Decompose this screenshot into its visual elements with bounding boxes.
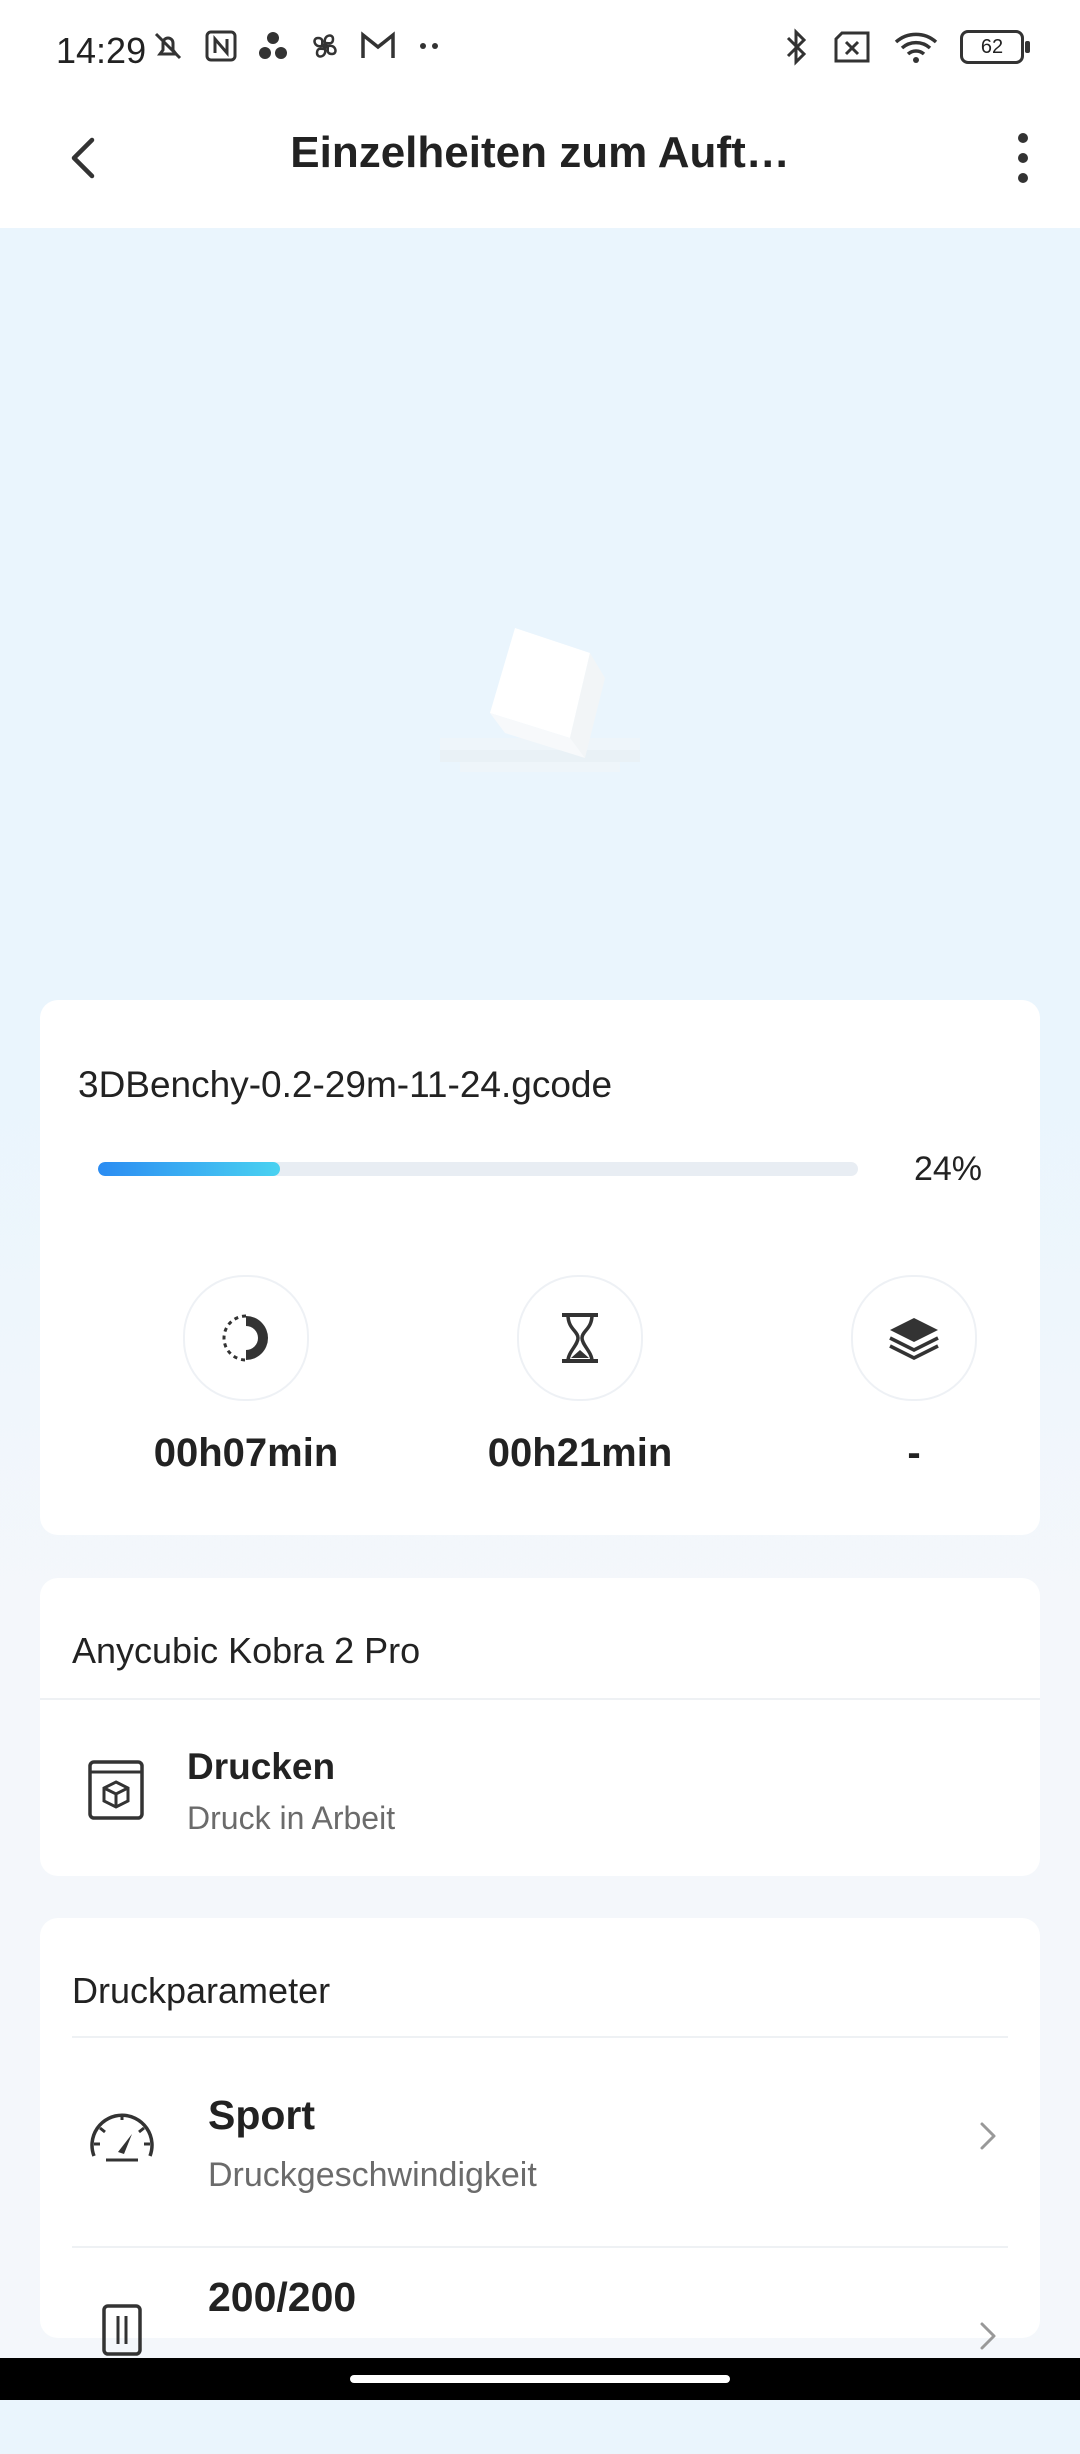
stat-layers-ring — [851, 1275, 977, 1401]
params-title: Druckparameter — [72, 1970, 331, 2011]
chevron-right-icon — [980, 2322, 996, 2350]
more-options-button[interactable] — [980, 128, 1040, 188]
param-speed-label: Druckgeschwindigkeit — [208, 2156, 537, 2194]
chevron-right-icon — [980, 2122, 996, 2150]
elapsed-time-icon — [222, 1314, 268, 1362]
printer-status-subtitle: Druck in Arbeit — [187, 1800, 396, 1836]
param-row-temperature[interactable]: 200/200 — [72, 2246, 1008, 2454]
fan-icon — [313, 34, 337, 58]
param-temperature-value: 200/200 — [208, 2274, 357, 2320]
progress-bar — [98, 1162, 858, 1176]
param-row-speed[interactable]: Sport Druckgeschwindigkeit — [72, 2038, 1008, 2246]
job-card: 3DBenchy-0.2-29m-11-24.gcode 24% 00h07mi… — [40, 1000, 1040, 1535]
thermometer-icon — [102, 2304, 142, 2356]
stat-remaining: 00h21min — [470, 1275, 690, 1476]
page-title: Einzelheiten zum Auft… — [290, 128, 790, 177]
status-bar: 14:29 62 — [0, 0, 1080, 100]
status-right-icons: 62 — [784, 28, 1030, 66]
printer-divider — [40, 1698, 1040, 1700]
status-time: 14:29 — [56, 30, 147, 71]
status-left-icons — [150, 28, 444, 64]
job-filename: 3DBenchy-0.2-29m-11-24.gcode — [78, 1064, 613, 1105]
printer-status-title: Drucken — [187, 1746, 336, 1787]
layers-icon — [889, 1318, 939, 1360]
stat-remaining-value: 00h21min — [487, 1431, 673, 1475]
stat-elapsed-ring — [183, 1275, 309, 1401]
printer-name: Anycubic Kobra 2 Pro — [72, 1630, 421, 1671]
stat-layers: - — [804, 1275, 1024, 1476]
bluetooth-icon — [786, 28, 807, 66]
mute-icon — [154, 32, 182, 60]
stat-layers-value: - — [907, 1431, 921, 1475]
app-bar: Einzelheiten zum Auft… — [0, 100, 1080, 228]
speedometer-icon — [90, 2113, 154, 2162]
battery-indicator: 62 — [960, 30, 1030, 64]
stat-remaining-ring — [517, 1275, 643, 1401]
dots-app-icon — [259, 32, 287, 59]
print-params-card: Druckparameter Sport Druckgeschwindigkei… — [40, 1918, 1040, 2356]
more-dots-icon — [420, 43, 438, 49]
gmail-icon — [361, 31, 395, 58]
param-speed-value: Sport — [208, 2092, 316, 2138]
stat-elapsed: 00h07min — [136, 1275, 356, 1476]
nfc-icon — [205, 30, 237, 62]
home-gesture-handle[interactable] — [350, 2375, 730, 2383]
system-nav-bar — [0, 2358, 1080, 2400]
printer-status-icon — [88, 1760, 144, 1820]
printer-card: Anycubic Kobra 2 Pro Drucken Druck in Ar… — [40, 1578, 1040, 1876]
progress-fill — [98, 1162, 281, 1176]
hourglass-icon — [562, 1313, 598, 1363]
wifi-icon — [894, 32, 938, 63]
model-placeholder-icon — [440, 628, 640, 772]
sim-off-icon — [834, 31, 870, 63]
stat-elapsed-value: 00h07min — [153, 1431, 339, 1475]
model-preview[interactable] — [0, 228, 1080, 998]
progress-label: 24% — [913, 1150, 982, 1188]
